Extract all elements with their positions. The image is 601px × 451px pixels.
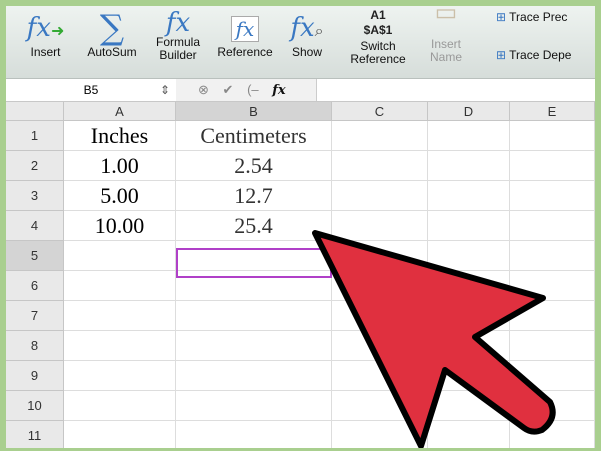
red-arrow-cursor-icon xyxy=(6,6,595,448)
excel-window: fx➜Insert ∑AutoSum fxFormula Builder fxR… xyxy=(6,6,595,448)
arrow-shape xyxy=(315,233,553,446)
